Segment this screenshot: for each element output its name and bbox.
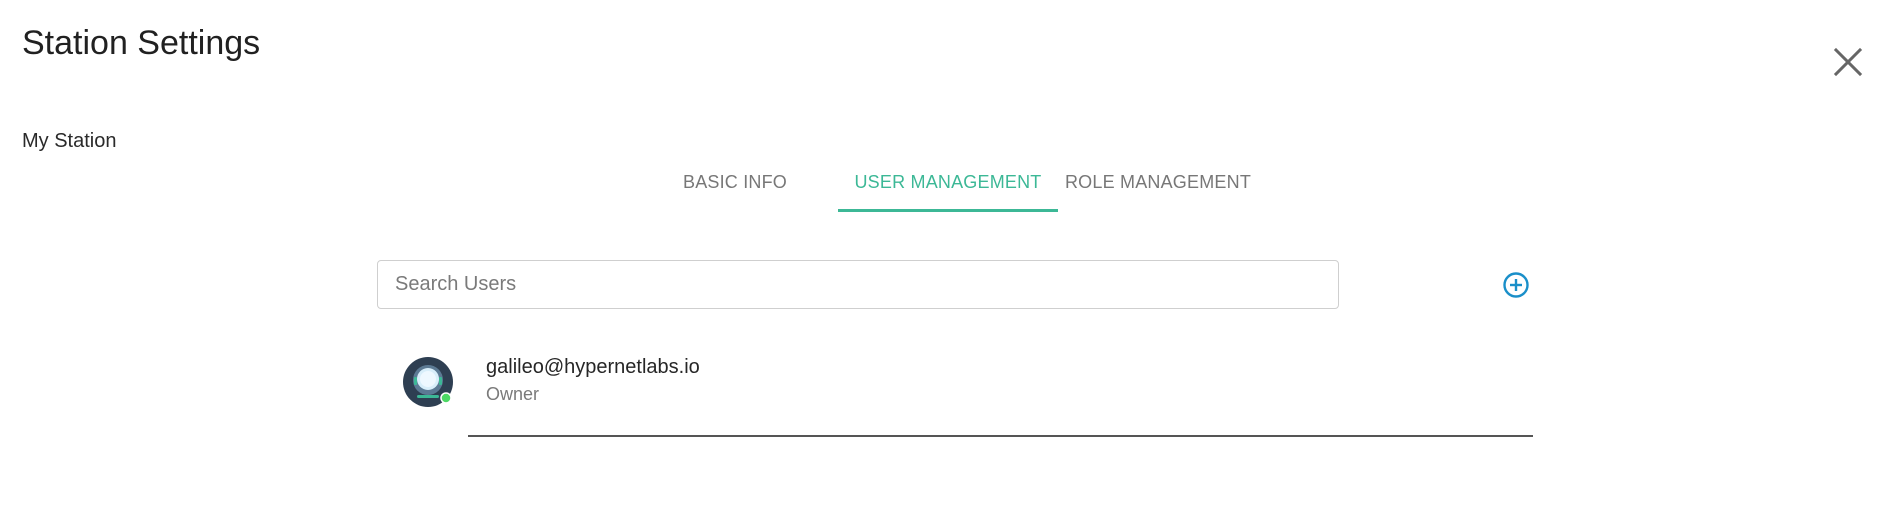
user-avatar-icon — [403, 357, 453, 407]
search-input[interactable] — [378, 261, 1338, 308]
avatar — [402, 356, 454, 408]
station-settings-dialog: Station Settings My Station BASIC INFO U… — [0, 0, 1902, 531]
close-icon — [1833, 47, 1863, 77]
tab-basic-info[interactable]: BASIC INFO — [665, 160, 805, 210]
tab-user-management[interactable]: USER MANAGEMENT — [838, 160, 1058, 212]
settings-tabs: BASIC INFO USER MANAGEMENT ROLE MANAGEME… — [665, 160, 1265, 212]
tab-role-management[interactable]: ROLE MANAGEMENT — [1058, 160, 1258, 210]
add-user-button[interactable] — [1502, 271, 1530, 299]
user-email: galileo@hypernetlabs.io — [486, 356, 700, 378]
list-item[interactable]: galileo@hypernetlabs.io Owner — [400, 350, 1533, 438]
online-status-icon — [440, 392, 452, 404]
divider — [468, 435, 1533, 437]
user-role: Owner — [486, 384, 540, 404]
page-title: Station Settings — [22, 24, 261, 62]
station-name: My Station — [22, 130, 117, 152]
search-users-field — [377, 260, 1339, 309]
add-circle-icon — [1503, 272, 1529, 298]
close-button[interactable] — [1830, 44, 1866, 80]
